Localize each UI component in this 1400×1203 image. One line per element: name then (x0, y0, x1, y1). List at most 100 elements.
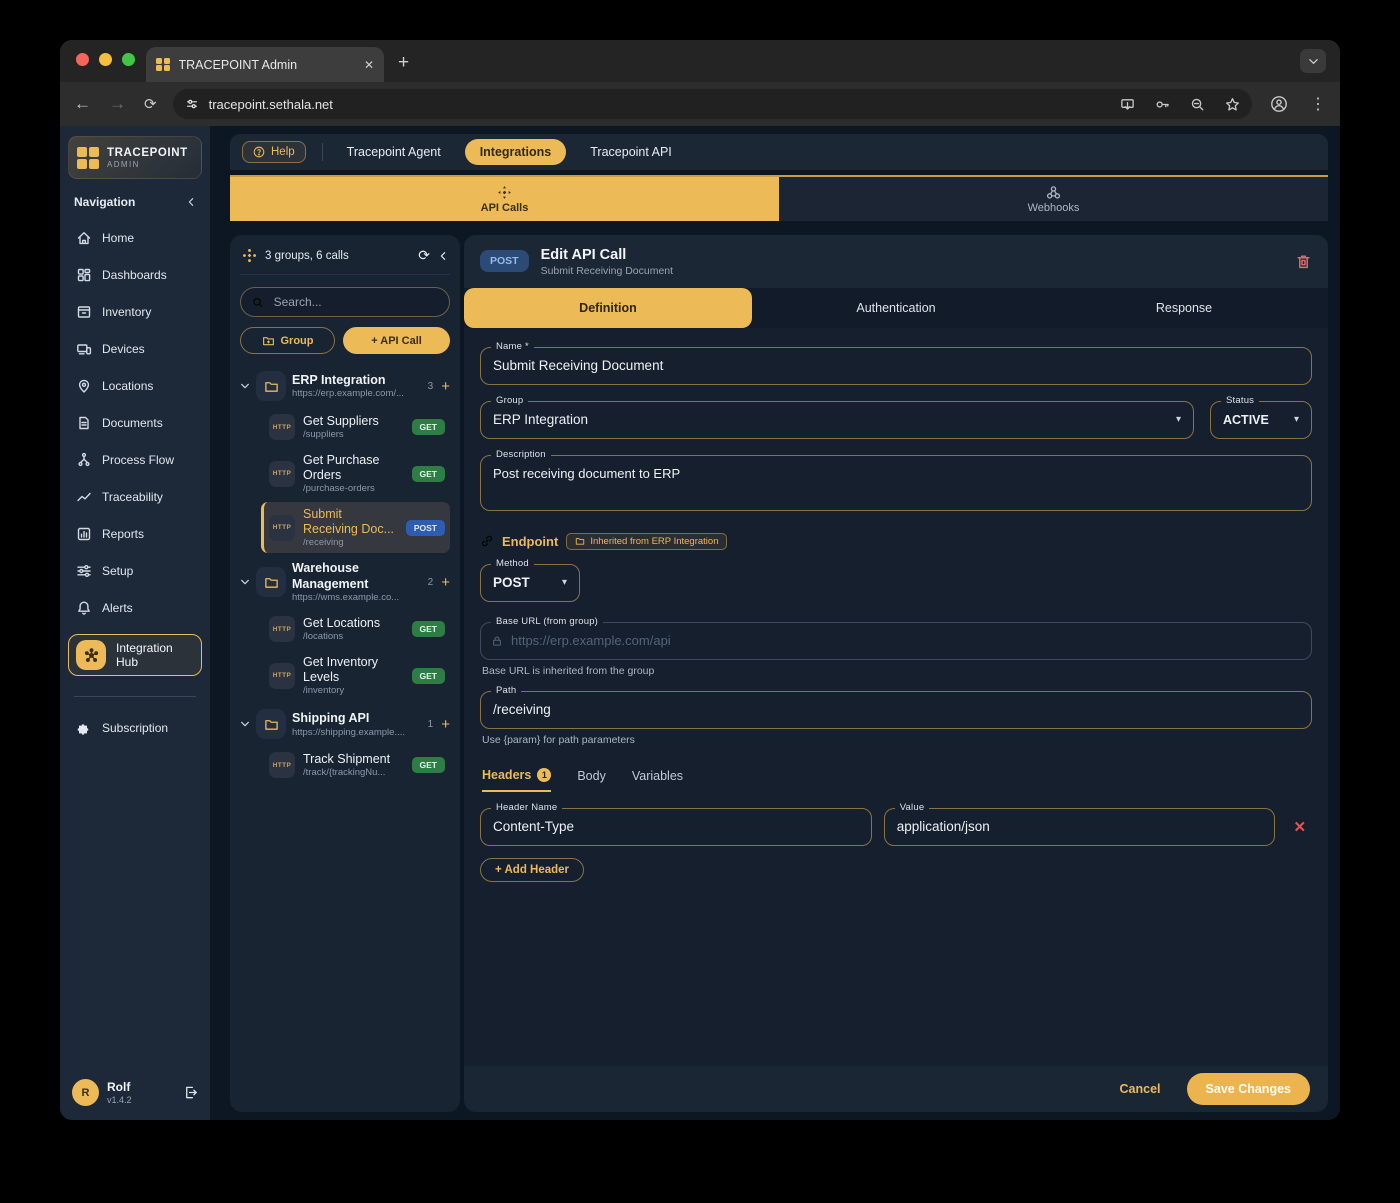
method-badge: GET (412, 757, 445, 773)
chevron-down-icon[interactable] (240, 719, 250, 729)
add-api-call-button[interactable]: + API Call (343, 327, 450, 354)
tab-api-calls[interactable]: API Calls (230, 177, 779, 221)
add-call-icon[interactable]: + (441, 575, 450, 590)
chevron-down-icon: ▾ (1294, 414, 1299, 425)
window-minimize-button[interactable] (99, 53, 112, 66)
sidebar-item-locations[interactable]: Locations (68, 369, 202, 402)
method-badge: GET (412, 466, 445, 482)
path-field[interactable]: Path (480, 691, 1312, 729)
install-app-icon[interactable] (1120, 97, 1135, 112)
description-field[interactable]: Description Post receiving document to E… (480, 455, 1312, 511)
user-row[interactable]: R Rolf v1.4.2 (68, 1075, 202, 1106)
sidebar-item-traceability[interactable]: Traceability (68, 480, 202, 513)
webhooks-icon (1046, 185, 1061, 200)
window-close-button[interactable] (76, 53, 89, 66)
sidebar-item-setup[interactable]: Setup (68, 554, 202, 587)
add-header-button[interactable]: + Add Header (480, 858, 584, 882)
search-input[interactable] (272, 294, 438, 310)
chevron-down-icon[interactable] (240, 381, 250, 391)
status-select[interactable]: Status ACTIVE ▾ (1210, 401, 1312, 439)
remove-header-icon[interactable]: ✕ (1287, 818, 1312, 836)
profile-icon[interactable] (1270, 95, 1288, 113)
add-group-button[interactable]: Group (240, 327, 335, 354)
editor-subtitle: Submit Receiving Document (541, 265, 673, 277)
subtab-headers[interactable]: Headers 1 (482, 768, 551, 792)
tree-group-warehouse-management[interactable]: Warehouse Management https://wms.example… (240, 556, 450, 608)
add-call-icon[interactable]: + (441, 717, 450, 732)
new-tab-button[interactable]: + (398, 52, 409, 74)
sidebar-item-home[interactable]: Home (68, 221, 202, 254)
url-bar[interactable]: tracepoint.sethala.net (173, 89, 1252, 119)
method-badge: GET (412, 419, 445, 435)
tree-call-track-shipment[interactable]: HTTP Track Shipment /track/{trackingNu..… (264, 747, 450, 783)
site-settings-icon[interactable] (185, 97, 199, 111)
tab-close-icon[interactable]: ✕ (364, 58, 374, 72)
refresh-icon[interactable]: ⟳ (418, 247, 430, 264)
window-zoom-button[interactable] (122, 53, 135, 66)
subtab-body[interactable]: Body (577, 768, 606, 792)
sidebar-item-devices[interactable]: Devices (68, 332, 202, 365)
tree-call-submit-receiving-doc[interactable]: HTTP Submit Receiving Doc... /receiving … (261, 502, 450, 553)
chevron-down-icon: ▾ (1176, 414, 1181, 425)
sidebar-item-inventory[interactable]: Inventory (68, 295, 202, 328)
home-icon (75, 229, 92, 246)
sidebar-item-dashboards[interactable]: Dashboards (68, 258, 202, 291)
header-value-field[interactable]: Value (884, 808, 1276, 846)
subtab-variables[interactable]: Variables (632, 768, 683, 792)
url-text[interactable]: tracepoint.sethala.net (209, 97, 1110, 112)
tab-response[interactable]: Response (1040, 288, 1328, 328)
sidebar-item-alerts[interactable]: Alerts (68, 591, 202, 624)
chevron-down-icon[interactable] (240, 577, 250, 587)
save-changes-button[interactable]: Save Changes (1187, 1073, 1310, 1105)
cancel-button[interactable]: Cancel (1120, 1082, 1161, 1096)
sidebar-item-integration-hub[interactable]: Integration Hub (68, 634, 202, 676)
sidebar-item-documents[interactable]: Documents (68, 406, 202, 439)
search-box[interactable] (240, 287, 450, 317)
collapse-panel-icon[interactable] (438, 251, 448, 261)
browser-menu-icon[interactable]: ⋮ (1310, 94, 1326, 114)
collapse-sidebar-icon[interactable] (186, 197, 196, 207)
forward-icon[interactable]: → (109, 94, 126, 114)
name-field[interactable]: Name * (480, 347, 1312, 385)
browser-toolbar: ← → ⟳ tracepoint.sethala.net (60, 82, 1340, 126)
add-call-icon[interactable]: + (441, 379, 450, 394)
tab-webhooks[interactable]: Webhooks (779, 177, 1328, 221)
integration-tabs: API Calls Webhooks (230, 175, 1328, 221)
tree-call-get-inventory-levels[interactable]: HTTP Get Inventory Levels /inventory GET (264, 650, 450, 701)
browser-tab[interactable]: TRACEPOINT Admin ✕ (146, 47, 384, 82)
reports-icon (75, 525, 92, 542)
nav-tracepoint-agent[interactable]: Tracepoint Agent (339, 145, 449, 159)
zoom-out-icon[interactable] (1190, 97, 1205, 112)
sidebar-item-subscription[interactable]: Subscription (68, 711, 202, 744)
brand-title: TRACEPOINT (107, 146, 188, 160)
dashboards-icon (75, 266, 92, 283)
reload-icon[interactable]: ⟳ (144, 95, 157, 113)
path-input[interactable] (481, 702, 1311, 717)
delete-api-call-icon[interactable] (1295, 253, 1312, 270)
header-value-input[interactable] (885, 819, 1275, 834)
name-input[interactable] (481, 358, 1311, 373)
sidebar-item-process-flow[interactable]: Process Flow (68, 443, 202, 476)
group-select[interactable]: Group ERP Integration ▾ (480, 401, 1194, 439)
tab-title: TRACEPOINT Admin (179, 58, 355, 72)
password-key-icon[interactable] (1155, 97, 1170, 112)
nav-tracepoint-api[interactable]: Tracepoint API (582, 145, 680, 159)
tab-search-icon[interactable] (1300, 49, 1326, 73)
bookmark-star-icon[interactable] (1225, 97, 1240, 112)
help-button[interactable]: Help (242, 141, 306, 163)
header-name-input[interactable] (481, 819, 871, 834)
nav-integrations[interactable]: Integrations (465, 139, 567, 165)
logout-icon[interactable] (183, 1085, 198, 1100)
tab-definition[interactable]: Definition (464, 288, 752, 328)
method-select[interactable]: Method POST ▾ (480, 564, 580, 602)
http-icon: HTTP (269, 616, 295, 642)
tree-group-erp-integration[interactable]: ERP Integration https://erp.example.com/… (240, 366, 450, 406)
tab-authentication[interactable]: Authentication (752, 288, 1040, 328)
tree-group-shipping-api[interactable]: Shipping API https://shipping.example...… (240, 704, 450, 744)
header-name-field[interactable]: Header Name (480, 808, 872, 846)
tree-call-get-purchase-orders[interactable]: HTTP Get Purchase Orders /purchase-order… (264, 448, 450, 499)
tree-call-get-locations[interactable]: HTTP Get Locations /locations GET (264, 611, 450, 647)
sidebar-item-reports[interactable]: Reports (68, 517, 202, 550)
back-icon[interactable]: ← (74, 94, 91, 114)
tree-call-get-suppliers[interactable]: HTTP Get Suppliers /suppliers GET (264, 409, 450, 445)
